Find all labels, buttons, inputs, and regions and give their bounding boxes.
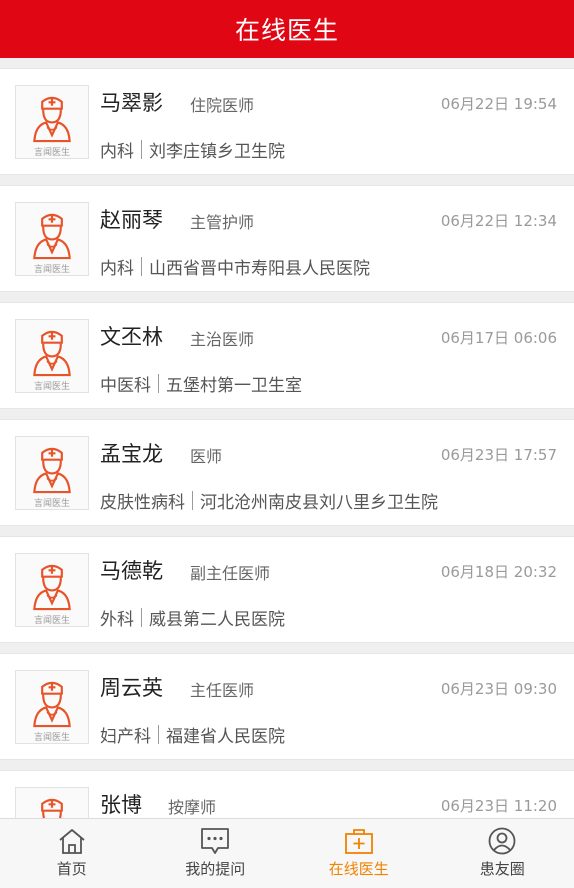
doctor-title: 主治医师 <box>190 330 255 349</box>
page-title: 在线医生 <box>234 16 339 45</box>
doctor-title: 主任医师 <box>190 681 255 700</box>
doctor-card[interactable]: 言闻医生 文丕林 主治医师 06月17日 06:06 中医科 五堡村第一卫生室 <box>0 302 574 409</box>
doctor-title: 住院医师 <box>190 96 255 115</box>
doctor-name: 张博 <box>100 793 142 817</box>
doctor-card[interactable]: 言闻医生 赵丽琴 主管护师 06月22日 12:34 内科 山西省晋中市寿阳县人… <box>0 185 574 292</box>
bottom-tab-bar: 首页 我的提问 在线医生 患友圈 <box>0 818 574 888</box>
avatar: 言闻医生 <box>15 787 89 818</box>
doctor-title: 医师 <box>190 447 223 466</box>
doctor-name: 赵丽琴 <box>100 208 163 232</box>
timestamp: 06月18日 20:32 <box>440 563 557 581</box>
doctor-card[interactable]: 言闻医生 马翠影 住院医师 06月22日 19:54 内科 刘李庄镇乡卫生院 <box>0 68 574 175</box>
doctor-list[interactable]: 言闻医生 马翠影 住院医师 06月22日 19:54 内科 刘李庄镇乡卫生院 言… <box>0 58 574 818</box>
doctor-avatar-icon <box>33 96 71 143</box>
divider <box>141 608 142 627</box>
dept-row: 皮肤性病科 河北沧州南皮县刘八里乡卫生院 <box>100 488 438 513</box>
avatar: 言闻医生 <box>15 202 89 276</box>
tab-label: 我的提问 <box>185 860 246 878</box>
chat-icon <box>201 828 230 854</box>
doctor-avatar-icon <box>33 681 71 728</box>
doctor-title: 按摩师 <box>168 798 217 817</box>
doctor-avatar-icon <box>33 564 71 611</box>
tab-label: 在线医生 <box>328 860 389 878</box>
doctor-name: 孟宝龙 <box>100 442 163 466</box>
dept-row: 妇产科 福建省人民医院 <box>100 722 285 747</box>
department: 内科 <box>100 259 134 279</box>
tab-my-questions[interactable]: 我的提问 <box>144 819 288 888</box>
timestamp: 06月23日 09:30 <box>440 680 557 698</box>
doctor-card[interactable]: 言闻医生 周云英 主任医师 06月23日 09:30 妇产科 福建省人民医院 <box>0 653 574 760</box>
doctor-avatar-icon <box>33 213 71 260</box>
user-circle-icon <box>488 827 516 855</box>
avatar: 言闻医生 <box>15 85 89 159</box>
dept-row: 中医科 五堡村第一卫生室 <box>100 371 302 396</box>
home-icon <box>59 829 85 854</box>
doctor-name: 马翠影 <box>100 91 163 115</box>
tab-label: 患友圈 <box>479 860 525 878</box>
medical-kit-icon <box>344 829 373 854</box>
hospital: 刘李庄镇乡卫生院 <box>149 142 285 162</box>
dept-row: 内科 刘李庄镇乡卫生院 <box>100 137 285 162</box>
doctor-name: 文丕林 <box>100 325 163 349</box>
tab-label: 首页 <box>56 860 87 878</box>
doctor-card[interactable]: 言闻医生 马德乾 副主任医师 06月18日 20:32 外科 威县第二人民医院 <box>0 536 574 643</box>
doctor-name: 马德乾 <box>100 559 163 583</box>
avatar-caption: 言闻医生 <box>33 616 70 626</box>
doctor-avatar-icon <box>41 798 63 818</box>
timestamp: 06月17日 06:06 <box>440 329 557 347</box>
avatar-caption: 言闻医生 <box>33 148 70 158</box>
avatar-caption: 言闻医生 <box>33 265 70 275</box>
avatar: 言闻医生 <box>15 436 89 510</box>
timestamp: 06月22日 12:34 <box>440 212 557 230</box>
dept-row: 内科 山西省晋中市寿阳县人民医院 <box>100 254 370 279</box>
avatar-caption: 言闻医生 <box>33 733 70 743</box>
timestamp: 06月23日 17:57 <box>440 446 557 464</box>
avatar: 言闻医生 <box>15 553 89 627</box>
hospital: 福建省人民医院 <box>166 727 285 747</box>
timestamp: 06月22日 19:54 <box>440 95 557 113</box>
tab-online-doctor[interactable]: 在线医生 <box>287 819 431 888</box>
doctor-card[interactable]: 言闻医生 孟宝龙 医师 06月23日 17:57 皮肤性病科 河北沧州南皮县刘八… <box>0 419 574 526</box>
dept-row: 外科 威县第二人民医院 <box>100 605 285 630</box>
divider <box>141 140 142 159</box>
tab-home[interactable]: 首页 <box>0 819 144 888</box>
doctor-name: 周云英 <box>100 676 163 700</box>
doctor-card[interactable]: 言闻医生 张博 按摩师 06月23日 11:20 <box>0 770 574 818</box>
department: 皮肤性病科 <box>100 493 185 513</box>
avatar: 言闻医生 <box>15 319 89 393</box>
divider <box>141 257 142 276</box>
avatar-caption: 言闻医生 <box>33 499 70 509</box>
avatar: 言闻医生 <box>15 670 89 744</box>
doctor-avatar-icon <box>33 330 71 377</box>
hospital: 山西省晋中市寿阳县人民医院 <box>149 259 370 279</box>
department: 中医科 <box>100 376 151 396</box>
doctor-title: 副主任医师 <box>190 564 271 583</box>
doctor-avatar-icon <box>33 447 71 494</box>
department: 外科 <box>100 610 134 630</box>
timestamp: 06月23日 11:20 <box>440 797 557 815</box>
app-header: 在线医生 <box>0 0 574 58</box>
hospital: 威县第二人民医院 <box>149 610 285 630</box>
divider <box>192 491 193 510</box>
department: 妇产科 <box>100 727 151 747</box>
hospital: 河北沧州南皮县刘八里乡卫生院 <box>200 493 438 513</box>
divider <box>158 374 159 393</box>
avatar-caption: 言闻医生 <box>33 382 70 392</box>
tab-patient-circle[interactable]: 患友圈 <box>431 819 574 888</box>
hospital: 五堡村第一卫生室 <box>166 376 302 396</box>
divider <box>158 725 159 744</box>
department: 内科 <box>100 142 134 162</box>
doctor-title: 主管护师 <box>190 213 255 232</box>
